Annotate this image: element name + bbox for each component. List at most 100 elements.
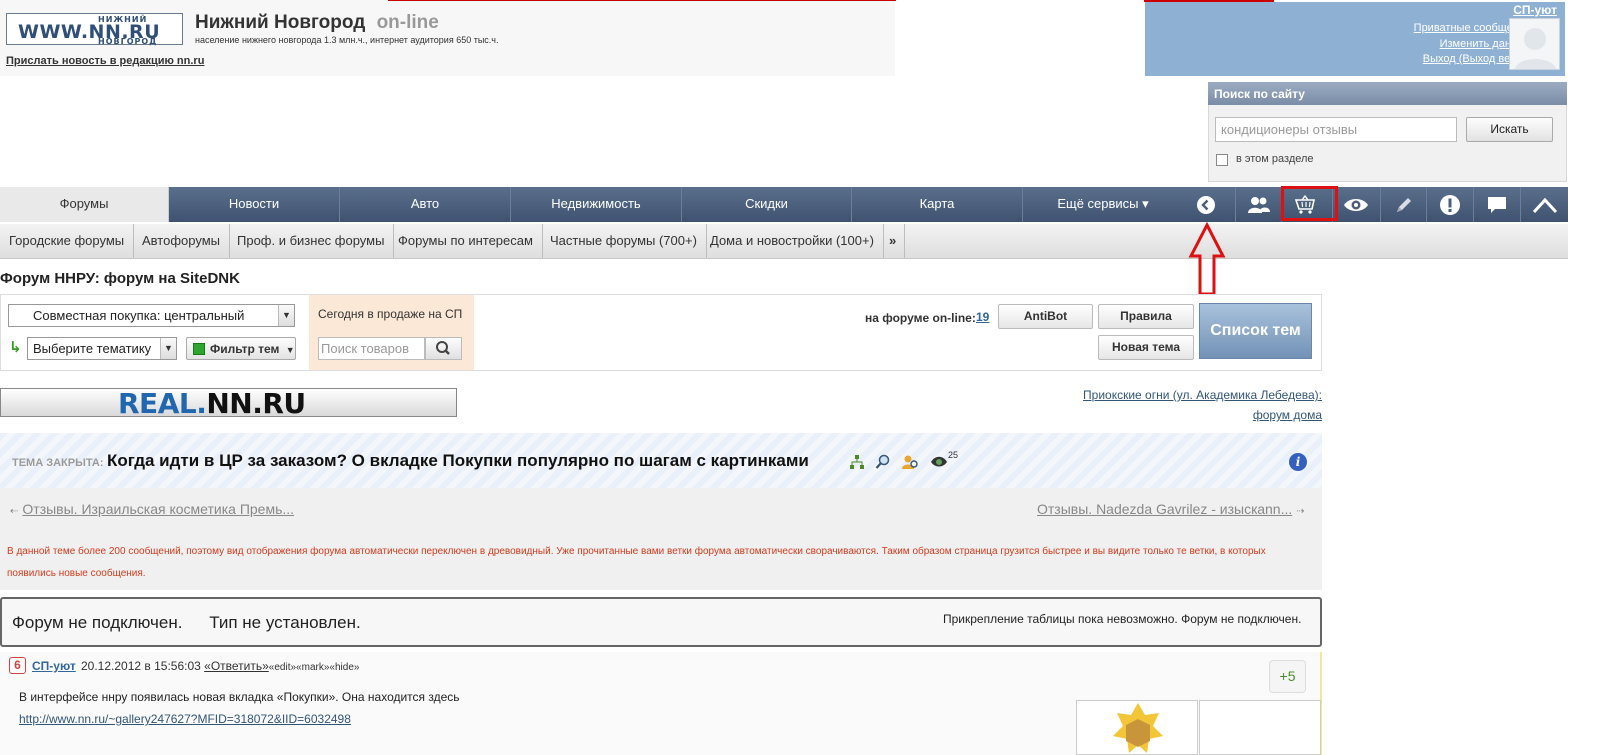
- house-forum-link-2[interactable]: форум дома: [1253, 408, 1322, 422]
- eye-icon: [931, 456, 947, 467]
- prev-topic-nav: ⇠ Отзывы. Израильская косметика Премь...: [10, 501, 294, 517]
- search-input[interactable]: кондиционеры отзывы: [1215, 117, 1457, 142]
- users-icon[interactable]: [1235, 187, 1281, 222]
- search-button[interactable]: Искать: [1466, 117, 1553, 142]
- topic-select[interactable]: Выберите тематику ▼: [27, 337, 177, 360]
- subnav-business-forums[interactable]: Проф. и бизнес форумы: [228, 224, 395, 258]
- views-indicator: 25: [930, 450, 958, 472]
- prev-arrow-icon: ⇠: [10, 506, 19, 517]
- site-title: Нижний Новгород on-line: [195, 12, 439, 34]
- nav-tab-news[interactable]: Новости: [169, 187, 340, 222]
- banner-text-b: NN.RU: [206, 387, 306, 420]
- gallery-thumbnail-2[interactable]: [1199, 700, 1321, 755]
- chevron-down-icon: ▾: [1142, 196, 1149, 211]
- filter-topics-button[interactable]: Фильтр тем ▼: [186, 337, 296, 360]
- search-section-label: в этом разделе: [1236, 153, 1314, 165]
- reply-link[interactable]: «Ответить»: [204, 659, 269, 673]
- subnav-private-forums[interactable]: Частные форумы (700+): [541, 224, 707, 258]
- subnav-more-button[interactable]: »: [881, 224, 906, 258]
- new-topic-button[interactable]: Новая тема: [1098, 335, 1194, 360]
- views-count: 25: [948, 450, 959, 460]
- nav-tab-map[interactable]: Карта: [852, 187, 1023, 222]
- real-nn-banner[interactable]: REAL.NN.RU: [0, 387, 457, 420]
- type-not-set: Тип не установлен.: [209, 613, 361, 632]
- chevron-down-icon: ▼: [278, 305, 294, 326]
- sub-nav: Городские форумы Автофорумы Проф. и бизн…: [0, 224, 1568, 259]
- site-logo[interactable]: НИЖНИЙ WWW.NN.RU НОВГОРОД: [6, 13, 183, 46]
- table-attach-notice: Прикрепление таблицы пока невозможно. Фо…: [943, 612, 1302, 626]
- site-title-text: Нижний Новгород: [195, 12, 366, 33]
- green-return-arrow-icon: ↳: [9, 339, 22, 356]
- topic-closed-label: ТЕМА ЗАКРЫТА:: [12, 457, 104, 469]
- magnifier-icon[interactable]: [875, 454, 891, 470]
- online-count-link[interactable]: 19: [976, 310, 989, 324]
- goods-search-input[interactable]: Поиск товаров: [318, 337, 425, 360]
- post-meta: 20.12.2012 в 15:56:03 «Ответить»«edit»«m…: [81, 659, 359, 673]
- pencil-icon[interactable]: [1380, 187, 1426, 222]
- house-forum-link-1[interactable]: Приокские огни (ул. Академика Лебедева):: [1083, 388, 1322, 402]
- nav-tab-more-services[interactable]: Ещё сервисы ▾: [1023, 187, 1183, 222]
- avatar[interactable]: [1509, 18, 1560, 70]
- forum-status-text: Форум не подключен. Тип не установлен.: [12, 613, 361, 633]
- forum-select[interactable]: Совместная покупка: центральный ▼: [8, 304, 295, 327]
- eye-icon[interactable]: [1332, 187, 1378, 222]
- tree-mode-notice: В данной теме более 200 сообщений, поэто…: [7, 546, 1266, 579]
- post-date: 20.12.2012 в 15:56:03: [81, 659, 201, 673]
- user-name-link[interactable]: СП-уют: [1513, 3, 1557, 17]
- forum-select-value: Совместная покупка: центральный: [33, 308, 245, 323]
- gallery-thumbnail[interactable]: [1076, 700, 1198, 755]
- filter-square-icon: [193, 343, 205, 355]
- mark-link[interactable]: «mark»: [296, 662, 329, 673]
- nav-tab-forums[interactable]: Форумы: [0, 187, 169, 222]
- search-title: Поиск по сайту: [1208, 82, 1567, 105]
- edit-link[interactable]: «edit»: [269, 662, 296, 673]
- sale-label: Сегодня в продаже на СП: [318, 307, 463, 321]
- send-news-link[interactable]: Прислать новость в редакцию nn.ru: [6, 55, 204, 67]
- post-badge: 6: [9, 657, 26, 674]
- tree-view-icon[interactable]: [849, 454, 865, 470]
- user-search-icon[interactable]: [901, 454, 919, 470]
- next-topic-nav: Отзывы. Nadezda Gavrilez - изыскann... ⇢: [1037, 501, 1305, 517]
- back-circle-icon[interactable]: [1183, 187, 1229, 222]
- next-topic-link[interactable]: Отзывы. Nadezda Gavrilez - изыскann...: [1037, 501, 1292, 517]
- highlight-frame: [1281, 186, 1338, 221]
- forum-title: Форум ННРУ: форум на SiteDNK: [0, 270, 240, 287]
- site-subtitle: население нижнего новгорода 1.3 млн.ч., …: [195, 35, 499, 45]
- rules-button[interactable]: Правила: [1098, 304, 1194, 329]
- exclamation-icon[interactable]: [1426, 187, 1472, 222]
- filter-label: Фильтр тем: [210, 342, 280, 356]
- topic-select-value: Выберите тематику: [33, 341, 152, 356]
- search-section-checkbox[interactable]: [1216, 154, 1228, 166]
- nav-tab-auto[interactable]: Авто: [340, 187, 511, 222]
- subnav-city-forums[interactable]: Городские форумы: [0, 224, 135, 258]
- antibot-button[interactable]: AntiBot: [998, 304, 1093, 329]
- subnav-house-forums[interactable]: Дома и новостройки (100+): [701, 224, 884, 258]
- header-red-line: [388, 0, 896, 1]
- nav-tab-discounts[interactable]: Скидки: [682, 187, 852, 222]
- nav-more-label: Ещё сервисы: [1057, 196, 1139, 211]
- nav-tab-realty[interactable]: Недвижимость: [511, 187, 682, 222]
- chevron-down-icon: ▼: [285, 345, 295, 355]
- goods-search-button[interactable]: [425, 337, 462, 360]
- prev-topic-link[interactable]: Отзывы. Израильская косметика Премь...: [22, 501, 294, 517]
- topic-title: Когда идти в ЦР за заказом? О вкладке По…: [107, 451, 809, 470]
- post-author-link[interactable]: СП-уют: [32, 659, 76, 673]
- logo-bottom-text: НОВГОРОД: [98, 37, 158, 46]
- post-gallery-link[interactable]: http://www.nn.ru/~gallery247627?MFID=318…: [19, 712, 351, 726]
- search-icon: [436, 341, 450, 355]
- site-title-online: on-line: [376, 12, 439, 33]
- up-arrow-icon[interactable]: [1520, 187, 1568, 222]
- chat-bubble-icon[interactable]: [1473, 187, 1519, 222]
- topics-list-button[interactable]: Список тем: [1199, 303, 1312, 359]
- box-star-icon: [1113, 703, 1163, 753]
- chevron-down-icon: ▼: [160, 338, 176, 359]
- hide-link[interactable]: «hide»: [329, 662, 359, 673]
- subnav-interest-forums[interactable]: Форумы по интересам: [389, 224, 543, 258]
- online-label: на форуме on-line:: [865, 311, 976, 325]
- subnav-auto-forums[interactable]: Автофорумы: [133, 224, 230, 258]
- rating-button[interactable]: +5: [1269, 660, 1306, 693]
- banner-text-a: REAL.: [118, 387, 207, 420]
- forum-not-connected: Форум не подключен.: [12, 613, 183, 632]
- post-body-text: В интерфейсе ннру появилась новая вкладк…: [19, 690, 460, 704]
- info-icon[interactable]: i: [1289, 453, 1307, 471]
